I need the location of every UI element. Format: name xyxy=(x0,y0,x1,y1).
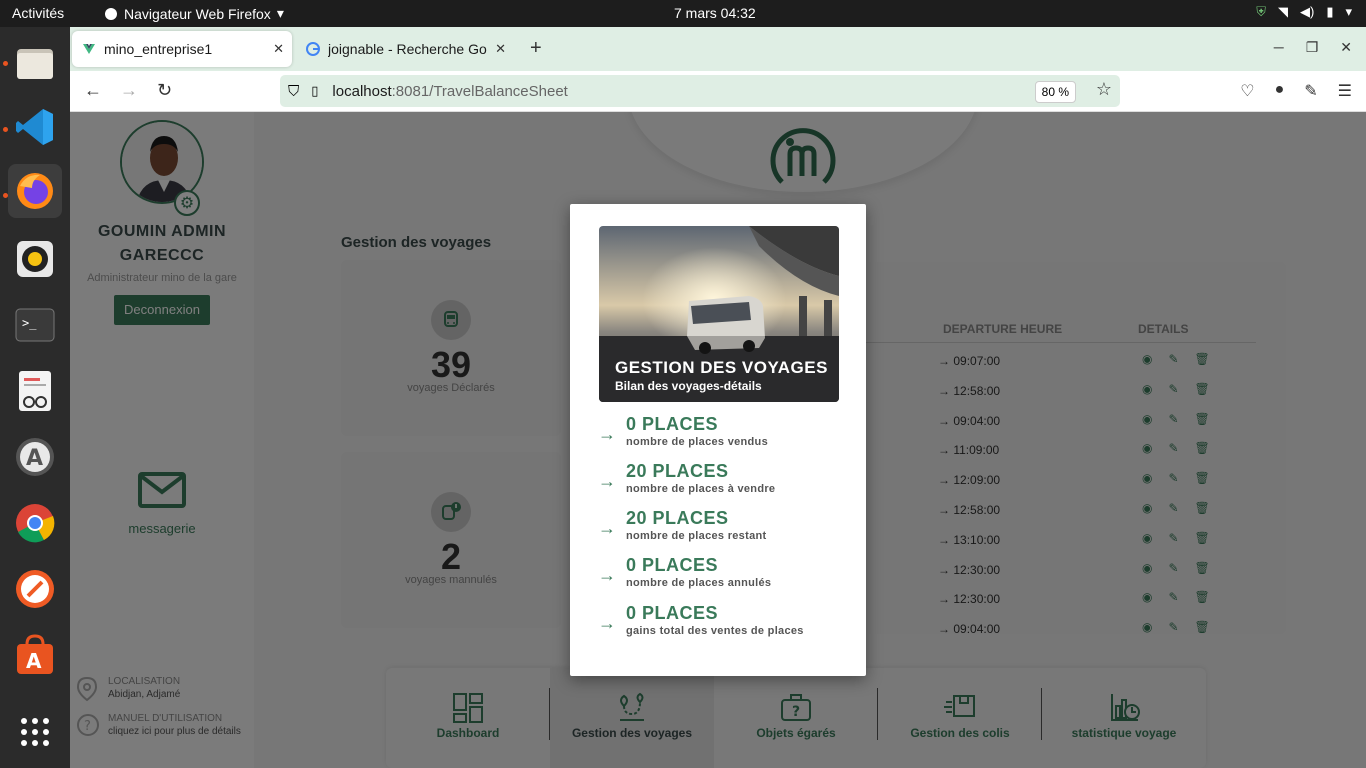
bookmark-star-icon[interactable]: ☆ xyxy=(1096,79,1112,100)
tab-mino-entreprise[interactable]: mino_entreprise1 ✕ xyxy=(72,31,292,67)
arrow-right-icon: → xyxy=(598,613,616,633)
metric-value: 0 PLACES xyxy=(626,414,719,434)
system-top-bar: Activités Navigateur Web Firefox ▾ 7 mar… xyxy=(0,0,1366,27)
vscode-icon[interactable] xyxy=(8,100,62,154)
metric-cancelled: → 0 PLACES nombre de places annulés xyxy=(598,555,848,595)
pocket-icon[interactable]: ♡ xyxy=(1240,81,1254,101)
tab-recherche[interactable]: joignable - Recherche Go ✕ xyxy=(296,31,514,67)
hero-title: GESTION DES VOYAGES xyxy=(615,358,828,377)
zoom-indicator[interactable]: 80 % xyxy=(1034,81,1076,103)
files-icon[interactable] xyxy=(8,36,62,90)
browser-window: mino_entreprise1 ✕ joignable - Recherche… xyxy=(70,27,1366,768)
terminal-icon[interactable]: >_ xyxy=(8,298,62,352)
show-apps-icon[interactable] xyxy=(8,705,62,759)
firefox-icon[interactable] xyxy=(8,164,62,218)
arrow-right-icon: → xyxy=(598,565,616,585)
page-content: ⚙ GOUMIN ADMIN GARECCC Administrateur mi… xyxy=(70,112,1366,768)
system-tray[interactable]: ⛨ ◥ ◀) ▮ ▾ xyxy=(1256,4,1352,20)
back-icon[interactable]: ← xyxy=(84,80,102,101)
shield-icon: ⛨ xyxy=(1256,4,1266,19)
google-icon xyxy=(306,42,320,56)
svg-text:A: A xyxy=(26,649,42,673)
minimize-icon[interactable]: ─ xyxy=(1274,39,1284,56)
arrow-right-icon: → xyxy=(598,471,616,491)
toolbar-right: ♡ ● ✎ ☰ xyxy=(1240,81,1352,101)
rhythmbox-icon[interactable] xyxy=(8,232,62,286)
metric-to-sell: → 20 PLACES nombre de places à vendre xyxy=(598,461,848,501)
volume-icon: ◀) xyxy=(1299,4,1315,19)
dock: >_ A A xyxy=(0,27,70,768)
metric-label: gains total des ventes de places xyxy=(626,625,804,637)
arrow-right-icon: → xyxy=(598,424,616,444)
page-icon: ▯ xyxy=(311,83,319,98)
nav-bar: ← → ↻ ⛉ ▯ localhost:8081/TravelBalanceSh… xyxy=(70,71,1366,112)
document-viewer-icon[interactable] xyxy=(8,364,62,418)
close-window-icon[interactable]: ✕ xyxy=(1340,39,1352,56)
clock[interactable]: 7 mars 04:32 xyxy=(674,5,756,21)
maximize-icon[interactable]: ❐ xyxy=(1306,39,1319,56)
hero-subtitle: Bilan des voyages-détails xyxy=(615,379,762,393)
close-tab-icon[interactable]: ✕ xyxy=(495,41,506,57)
firefox-small-icon xyxy=(105,7,117,20)
metric-label: nombre de places annulés xyxy=(626,577,772,589)
url-bar[interactable]: ⛉ ▯ localhost:8081/TravelBalanceSheet 80… xyxy=(280,75,1120,107)
hero-image: GESTION DES VOYAGES Bilan des voyages-dé… xyxy=(599,226,839,402)
metric-value: 20 PLACES xyxy=(626,461,729,481)
vue-icon xyxy=(83,44,95,54)
metric-total-earnings: → 0 PLACES gains total des ventes de pla… xyxy=(598,603,848,643)
trip-summary-modal: GESTION DES VOYAGES Bilan des voyages-dé… xyxy=(570,204,866,676)
new-tab-button[interactable]: + xyxy=(530,37,542,60)
url-host: localhost xyxy=(332,82,392,100)
software-updater-icon[interactable]: A xyxy=(8,430,62,484)
metric-value: 0 PLACES xyxy=(626,603,719,623)
battery-icon: ▮ xyxy=(1326,4,1334,19)
tab-label: joignable - Recherche Go xyxy=(328,41,487,57)
menu-icon[interactable]: ☰ xyxy=(1338,81,1352,101)
reload-icon[interactable]: ↻ xyxy=(157,80,172,101)
app-center-icon[interactable]: A xyxy=(8,628,62,682)
chrome-icon[interactable] xyxy=(8,496,62,550)
wifi-icon: ◥ xyxy=(1277,4,1288,19)
app-menu[interactable]: Navigateur Web Firefox ▾ xyxy=(104,5,284,22)
svg-text:>_: >_ xyxy=(22,316,37,330)
metric-value: 20 PLACES xyxy=(626,508,729,528)
extension-icon[interactable]: ✎ xyxy=(1304,81,1317,101)
window-controls: ─ ❐ ✕ xyxy=(1274,39,1352,56)
tab-label: mino_entreprise1 xyxy=(104,41,213,57)
activities-button[interactable]: Activités xyxy=(12,5,64,21)
app-menu-label: Navigateur Web Firefox xyxy=(124,5,271,22)
metric-remaining: → 20 PLACES nombre de places restant xyxy=(598,508,848,548)
chevron-down-icon: ▾ xyxy=(1345,4,1352,19)
shield-icon[interactable]: ⛉ xyxy=(288,83,299,100)
metric-label: nombre de places à vendre xyxy=(626,483,776,495)
metric-value: 0 PLACES xyxy=(626,555,719,575)
close-tab-icon[interactable]: ✕ xyxy=(273,41,284,57)
postman-icon[interactable] xyxy=(8,562,62,616)
chevron-down-icon: ▾ xyxy=(276,5,284,21)
url-path: :8081/TravelBalanceSheet xyxy=(391,82,568,100)
svg-text:A: A xyxy=(26,446,43,471)
metric-label: nombre de places restant xyxy=(626,530,767,542)
tab-bar: mino_entreprise1 ✕ joignable - Recherche… xyxy=(70,27,1366,71)
metric-sold: → 0 PLACES nombre de places vendus xyxy=(598,414,848,454)
arrow-right-icon: → xyxy=(598,518,616,538)
account-icon[interactable]: ● xyxy=(1275,81,1285,101)
metric-label: nombre de places vendus xyxy=(626,436,768,448)
forward-icon[interactable]: → xyxy=(120,80,138,101)
